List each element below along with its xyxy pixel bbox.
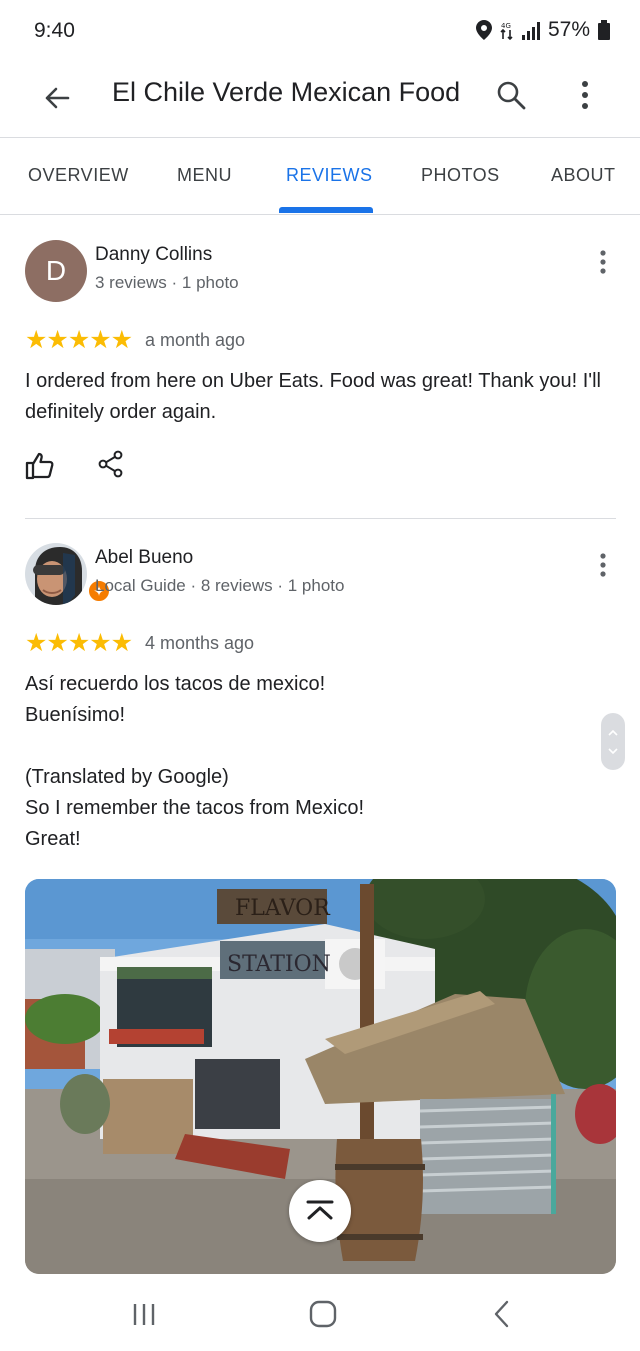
- status-icons: 4G 57%: [475, 18, 610, 42]
- recent-apps-button[interactable]: [124, 1298, 164, 1330]
- tab-photos[interactable]: PHOTOS: [421, 165, 500, 186]
- avatar[interactable]: ✦: [25, 543, 111, 605]
- scroll-to-top-button[interactable]: [289, 1180, 351, 1242]
- review-text: I ordered from here on Uber Eats. Food w…: [25, 370, 601, 423]
- tab-about[interactable]: ABOUT: [551, 165, 616, 186]
- search-icon: [497, 81, 526, 110]
- more-vert-icon: [582, 81, 588, 109]
- review-date: 4 months ago: [145, 633, 255, 653]
- review-more-button[interactable]: [590, 550, 616, 580]
- place-tabs: OVERVIEW MENU REVIEWS PHOTOS ABOUT: [0, 139, 640, 215]
- battery-icon: [598, 20, 610, 40]
- reviewer-name[interactable]: Abel Bueno: [95, 547, 193, 569]
- svg-text:4G: 4G: [501, 22, 511, 30]
- signal-icon: [521, 20, 540, 40]
- recent-apps-icon: [133, 1304, 155, 1325]
- sign-flavor-text: FLAVOR: [235, 896, 331, 921]
- like-button[interactable]: [24, 450, 56, 482]
- active-tab-indicator: [279, 207, 373, 213]
- more-vert-icon: [600, 250, 606, 274]
- reviewer-meta: 3 reviews · 1 photo: [95, 273, 239, 292]
- tab-overview[interactable]: OVERVIEW: [28, 165, 129, 186]
- avatar[interactable]: D: [25, 240, 87, 302]
- review-more-button[interactable]: [590, 247, 616, 277]
- search-button[interactable]: [492, 76, 532, 116]
- status-bar: 9:40 4G 57%: [0, 0, 640, 62]
- star-rating: ★★★★★: [25, 629, 133, 657]
- review-text: Así recuerdo los tacos de mexico! Buenís…: [25, 673, 365, 850]
- share-icon: [98, 450, 123, 478]
- back-button[interactable]: [38, 78, 78, 118]
- fast-scroll-handle[interactable]: [601, 713, 625, 770]
- back-nav-button[interactable]: [482, 1298, 522, 1330]
- thumb-up-icon: [25, 452, 54, 480]
- app-bar: El Chile Verde Mexican Food: [0, 62, 640, 138]
- chevron-left-icon: [494, 1300, 509, 1328]
- avatar-photo: [25, 543, 87, 605]
- home-icon: [309, 1300, 337, 1328]
- location-icon: [475, 20, 492, 40]
- tab-reviews[interactable]: REVIEWS: [286, 165, 373, 186]
- data-transfer-icon: 4G: [500, 22, 513, 40]
- review-card: D Danny Collins 3 reviews · 1 photo ★★★★…: [0, 216, 640, 519]
- share-button[interactable]: [97, 450, 125, 478]
- tab-menu[interactable]: MENU: [177, 165, 232, 186]
- status-time: 9:40: [34, 19, 75, 42]
- arrow-back-icon: [45, 87, 70, 109]
- more-options-button[interactable]: [568, 76, 602, 116]
- system-nav-bar: [0, 1278, 640, 1351]
- reviewer-meta: Local Guide · 8 reviews · 1 photo: [95, 576, 345, 595]
- star-rating: ★★★★★: [25, 326, 133, 354]
- scroll-chevrons-icon: [608, 729, 618, 755]
- home-button[interactable]: [302, 1298, 342, 1330]
- review-date: a month ago: [145, 330, 246, 350]
- sign-station-text: STATION: [227, 952, 331, 977]
- page-title: El Chile Verde Mexican Food: [112, 77, 461, 107]
- chevron-up-bar-icon: [306, 1200, 334, 1220]
- reviewer-name[interactable]: Danny Collins: [95, 244, 212, 266]
- battery-percentage: 57%: [547, 18, 590, 41]
- more-vert-icon: [600, 553, 606, 577]
